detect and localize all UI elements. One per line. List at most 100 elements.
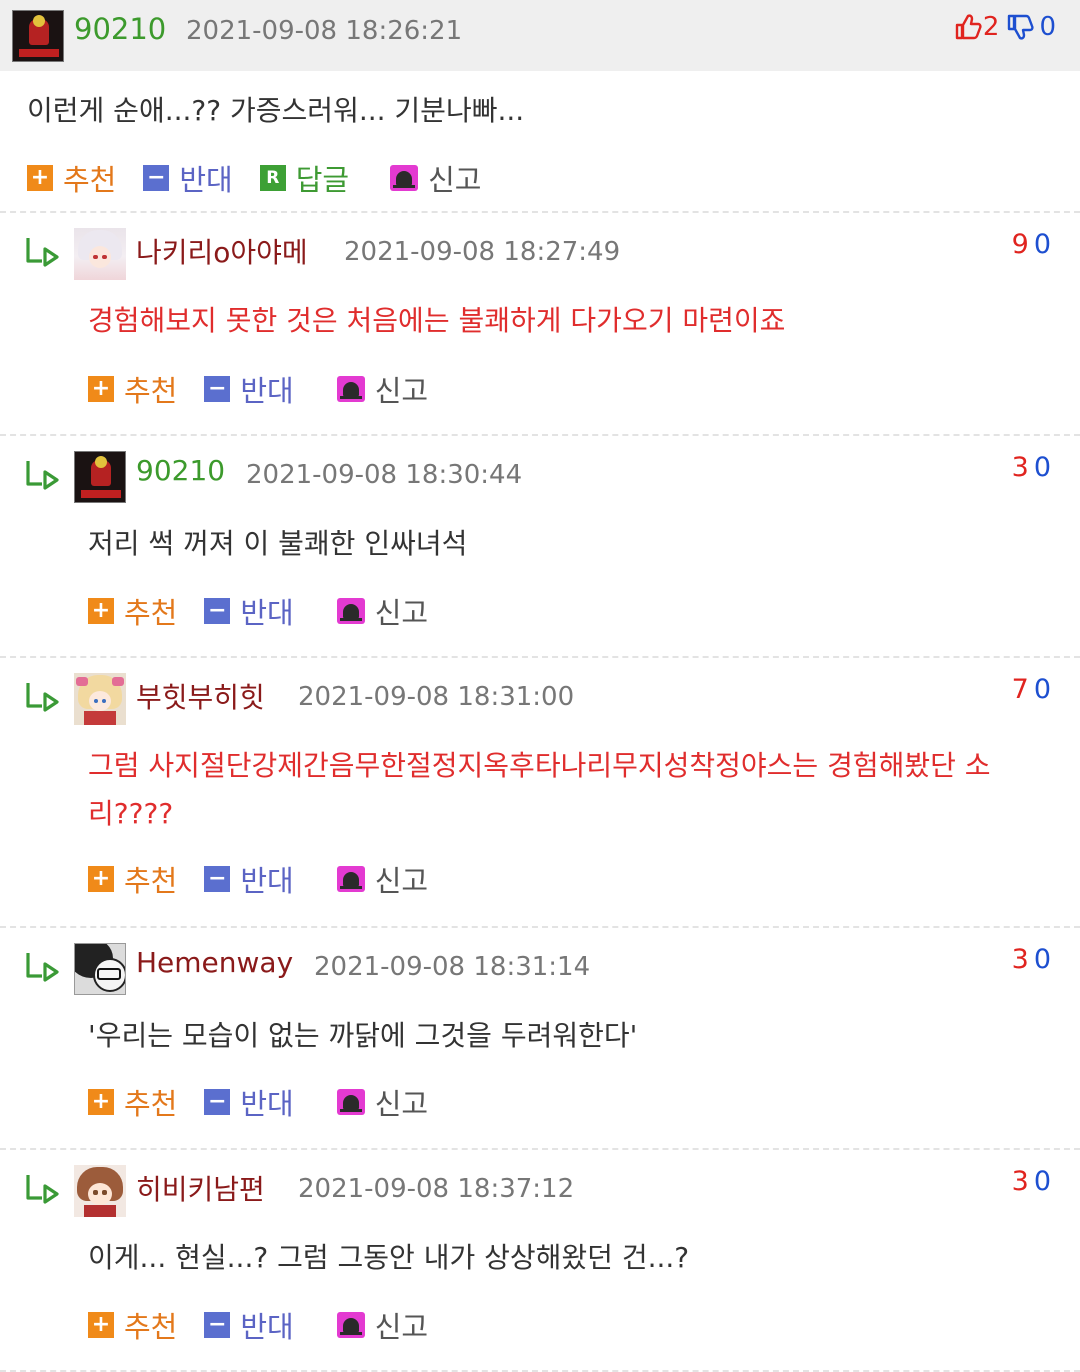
oppose-label: 반대 (240, 596, 294, 630)
report-label: 신고 (374, 1087, 429, 1121)
recommend-button[interactable]: + 추천 (27, 157, 116, 199)
comment-text: 이런게 순애...?? 가증스러워... 기분나빠... (27, 94, 525, 127)
plus-icon: + (88, 1312, 114, 1338)
recommend-label: 추천 (124, 1310, 178, 1344)
upvote-count: 3 (1011, 944, 1034, 975)
reply-button[interactable]: R 답글 (259, 157, 350, 199)
thumbs-up-icon[interactable] (953, 12, 983, 42)
vote-counts: 30 (1012, 944, 1056, 975)
oppose-button[interactable]: − 반대 (204, 368, 294, 410)
avatar[interactable] (74, 451, 126, 503)
upvote-count: 7 (1011, 674, 1034, 705)
reply-arrow-icon (26, 683, 59, 712)
recommend-button[interactable]: + 추천 (88, 368, 177, 410)
oppose-button[interactable]: − 반대 (204, 1081, 294, 1123)
author-nickname[interactable]: 히비키남편 (136, 1168, 265, 1208)
oppose-label: 반대 (240, 374, 294, 408)
recommend-label: 추천 (124, 374, 178, 408)
reply-comment: 90210 2021-09-08 18:30:44 30 저리 썩 꺼져 이 불쾌한 … (0, 436, 1080, 658)
downvote-count: 0 (1033, 674, 1056, 705)
author-nickname[interactable]: 부힛부히힛 (136, 676, 265, 716)
reply-comment: 부힛부히힛 2021-09-08 18:31:00 70 그럼 사지절단강제간음무한절… (0, 658, 1080, 928)
avatar[interactable] (74, 1165, 126, 1217)
reply-comment: 히비키남편 2021-09-08 18:37:12 30 이게... 현실...? 그… (0, 1150, 1080, 1372)
avatar[interactable] (74, 943, 126, 995)
author-nickname[interactable]: 90210 (136, 454, 225, 487)
comment-date: 2021-09-08 18:26:21 (186, 16, 463, 46)
upvote-count: 2 (982, 12, 1000, 42)
comment-date: 2021-09-08 18:30:44 (246, 460, 523, 490)
upvote-count: 9 (1011, 229, 1034, 260)
minus-icon: − (143, 165, 170, 191)
report-button[interactable]: 신고 (336, 858, 428, 900)
recommend-label: 추천 (63, 163, 117, 197)
oppose-button[interactable]: − 반대 (204, 590, 294, 632)
recommend-button[interactable]: + 추천 (88, 1304, 177, 1346)
plus-icon: + (27, 165, 53, 191)
comment-date: 2021-09-08 18:27:49 (344, 237, 621, 267)
comment-text: 그럼 사지절단강제간음무한절정지옥후타나리무지성착정야스는 경험해봤단 소리??… (88, 749, 991, 830)
comment-actions: + 추천 − 반대 신고 (88, 368, 455, 410)
oppose-label: 반대 (240, 1087, 294, 1121)
comment-date: 2021-09-08 18:37:12 (298, 1174, 575, 1204)
siren-icon (336, 376, 365, 402)
reply-arrow-icon (26, 461, 59, 490)
oppose-label: 반대 (179, 163, 233, 197)
report-button[interactable]: 신고 (336, 368, 428, 410)
reply-label: 답글 (295, 163, 350, 197)
comment-actions: + 추천 − 반대 신고 (88, 590, 455, 632)
minus-icon: − (204, 866, 231, 892)
thumbs-down-icon[interactable] (1005, 12, 1035, 42)
oppose-button[interactable]: − 반대 (204, 858, 294, 900)
minus-icon: − (204, 1312, 231, 1338)
recommend-button[interactable]: + 추천 (88, 1081, 177, 1123)
upvote-count: 3 (1011, 1166, 1034, 1197)
vote-counts: 30 (1012, 1166, 1056, 1197)
plus-icon: + (88, 598, 114, 624)
minus-icon: − (204, 598, 231, 624)
avatar[interactable] (74, 228, 126, 280)
siren-icon (336, 1089, 365, 1115)
oppose-button[interactable]: − 반대 (204, 1304, 294, 1346)
reply-comment: 나키리o아야메 2021-09-08 18:27:49 90 경험해보지 못한 것은 … (0, 213, 1080, 436)
report-button[interactable]: 신고 (336, 590, 429, 632)
avatar[interactable] (12, 10, 64, 62)
downvote-count: 0 (1033, 452, 1056, 483)
reply-list: 나키리o아야메 2021-09-08 18:27:49 90 경험해보지 못한 것은 … (0, 213, 1080, 1372)
r-icon: R (259, 165, 286, 191)
siren-icon (336, 866, 365, 892)
downvote-count: 0 (1033, 1166, 1056, 1197)
comment-text: 저리 썩 꺼져 이 불쾌한 인싸녀석 (88, 527, 468, 560)
report-button[interactable]: 신고 (336, 1081, 429, 1123)
report-button[interactable]: 신고 (390, 157, 482, 199)
oppose-label: 반대 (240, 864, 294, 898)
avatar[interactable] (74, 673, 126, 725)
vote-counts: 30 (1012, 452, 1056, 483)
author-nickname[interactable]: Hemenway (136, 946, 293, 979)
comment-text: 이게... 현실...? 그럼 그동안 내가 상상해왔던 건...? (88, 1241, 690, 1274)
comment-actions: + 추천 − 반대 신고 (88, 1304, 455, 1346)
recommend-button[interactable]: + 추천 (88, 590, 177, 632)
oppose-label: 반대 (240, 1310, 294, 1344)
report-label: 신고 (428, 163, 482, 197)
report-label: 신고 (374, 1310, 429, 1344)
recommend-button[interactable]: + 추천 (88, 858, 177, 900)
vote-counts: 2 0 (953, 12, 1056, 42)
oppose-button[interactable]: − 반대 (143, 157, 233, 199)
author-nickname[interactable]: 나키리o아야메 (136, 231, 308, 271)
comment-actions: + 추천 − 반대 신고 (88, 1081, 455, 1123)
reply-comment: Hemenway 2021-09-08 18:31:14 30 '우리는 모습이 없는… (0, 928, 1080, 1150)
author-nickname[interactable]: 90210 (74, 12, 166, 46)
comment-actions: + 추천 − 반대 신고 (88, 858, 455, 900)
plus-icon: + (88, 866, 114, 892)
upvote-count: 3 (1011, 452, 1034, 483)
reply-arrow-icon (26, 1175, 59, 1204)
plus-icon: + (88, 1089, 114, 1115)
report-button[interactable]: 신고 (336, 1304, 429, 1346)
downvote-count: 0 (1039, 12, 1056, 42)
plus-icon: + (88, 376, 114, 402)
minus-icon: − (204, 376, 231, 402)
vote-counts: 90 (1012, 229, 1056, 260)
main-comment-header: 90210 2021-09-08 18:26:21 2 0 (0, 0, 1080, 71)
report-label: 신고 (374, 596, 429, 630)
